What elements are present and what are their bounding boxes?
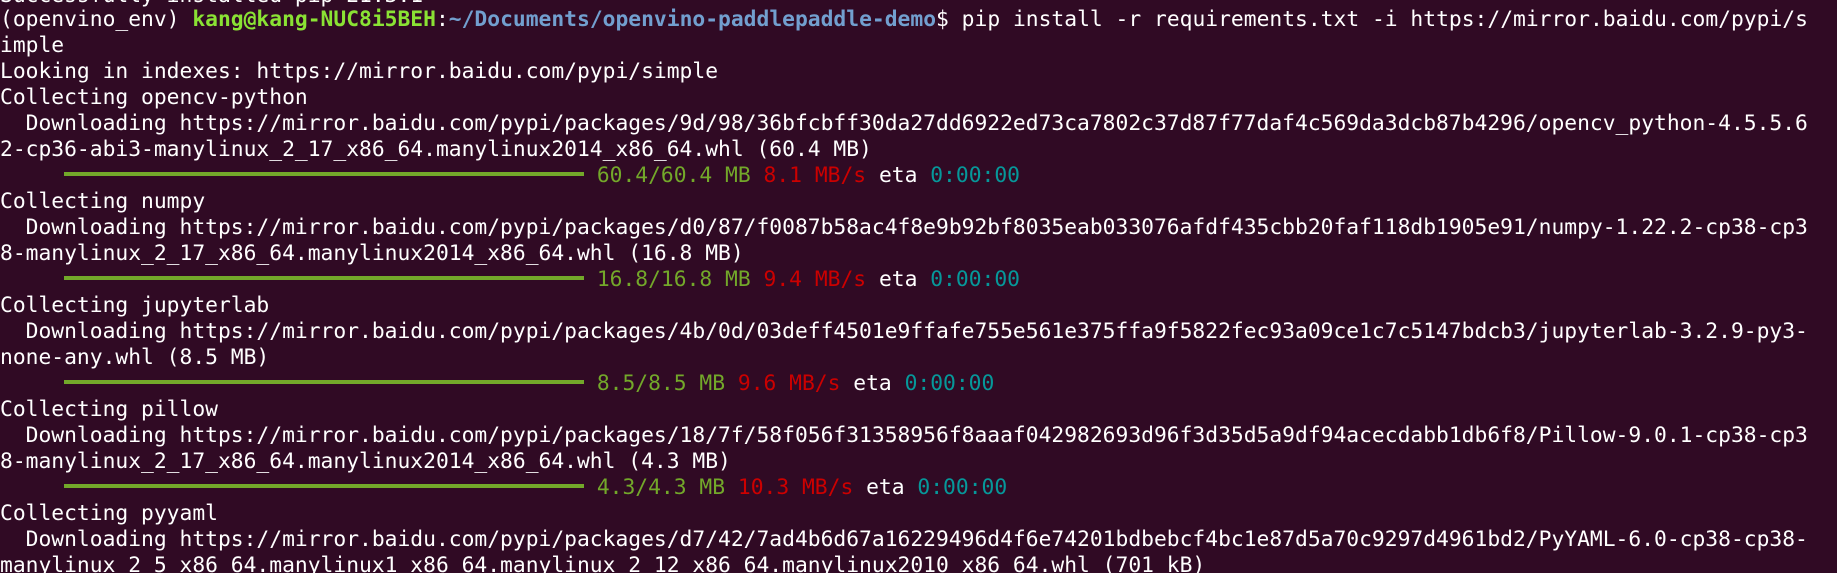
progress-bar <box>64 172 584 176</box>
download-size: 4.3/4.3 MB <box>596 475 726 500</box>
download-line-wrap: manylinux_2_5_x86_64.manylinux1_x86_64.m… <box>0 553 1206 573</box>
user-host: kang@kang-NUC8i5BEH <box>192 7 436 32</box>
eta-time: 0:00:00 <box>930 267 1020 292</box>
eta-time: 0:00:00 <box>904 371 995 396</box>
download-line: Downloading https://mirror.baidu.com/pyp… <box>0 215 1808 240</box>
download-line-wrap: 2-cp36-abi3-manylinux_2_17_x86_64.manyli… <box>0 137 872 162</box>
command-text: pip install -r requirements.txt -i https… <box>961 7 1808 32</box>
eta-time: 0:00:00 <box>930 163 1020 188</box>
download-size: 8.5/8.5 MB <box>596 371 726 396</box>
download-line: Downloading https://mirror.baidu.com/pyp… <box>0 319 1808 344</box>
progress-bar <box>64 484 584 488</box>
eta-label: eta <box>878 267 918 292</box>
eta-label: eta <box>853 371 892 396</box>
command-prompt-line: (openvino_env) kang@kang-NUC8i5BEH:~/Doc… <box>0 7 1808 33</box>
download-line-wrap: none-any.whl (8.5 MB) <box>0 345 270 370</box>
terminal-window[interactable]: Successfully installed pip-21.3.1 (openv… <box>0 0 1837 573</box>
command-wrap-line: imple <box>0 33 65 58</box>
progress-line: 8.5/8.5 MB 9.6 MB/s eta 0:00:00 <box>0 371 994 397</box>
collecting-line: Collecting pillow <box>0 397 218 422</box>
collecting-line: Collecting numpy <box>0 189 206 214</box>
eta-time: 0:00:00 <box>917 475 1008 500</box>
progress-bar <box>64 276 584 280</box>
download-speed: 9.4 MB/s <box>763 267 867 292</box>
progress-line: 4.3/4.3 MB 10.3 MB/s eta 0:00:00 <box>0 475 1007 501</box>
virtualenv-label: (openvino_env) <box>0 7 193 32</box>
eta-label: eta <box>866 475 905 500</box>
download-speed: 9.6 MB/s <box>737 371 841 396</box>
download-speed: 10.3 MB/s <box>737 475 854 500</box>
prompt-separator: : <box>435 7 449 32</box>
download-size: 60.4/60.4 MB <box>596 163 751 188</box>
download-line: Downloading https://mirror.baidu.com/pyp… <box>0 527 1808 552</box>
eta-label: eta <box>878 163 918 188</box>
download-line: Downloading https://mirror.baidu.com/pyp… <box>0 423 1808 448</box>
progress-line: 16.8/16.8 MB 9.4 MB/s eta 0:00:00 <box>0 267 1020 293</box>
download-size: 16.8/16.8 MB <box>596 267 751 292</box>
collecting-line: Collecting pyyaml <box>0 501 218 526</box>
collecting-line: Collecting jupyterlab <box>0 293 270 318</box>
download-line-wrap: 8-manylinux_2_17_x86_64.manylinux2014_x8… <box>0 449 731 474</box>
collecting-line: Collecting opencv-python <box>0 85 308 110</box>
download-line-wrap: 8-manylinux_2_17_x86_64.manylinux2014_x8… <box>0 241 744 266</box>
download-line: Downloading https://mirror.baidu.com/pyp… <box>0 111 1808 136</box>
working-directory: ~/Documents/openvino-paddlepaddle-demo <box>448 7 937 32</box>
index-info-line: Looking in indexes: https://mirror.baidu… <box>0 59 719 84</box>
progress-bar <box>64 380 584 384</box>
progress-line: 60.4/60.4 MB 8.1 MB/s eta 0:00:00 <box>0 163 1020 189</box>
prompt-symbol: $ <box>936 7 962 32</box>
download-speed: 8.1 MB/s <box>763 163 867 188</box>
